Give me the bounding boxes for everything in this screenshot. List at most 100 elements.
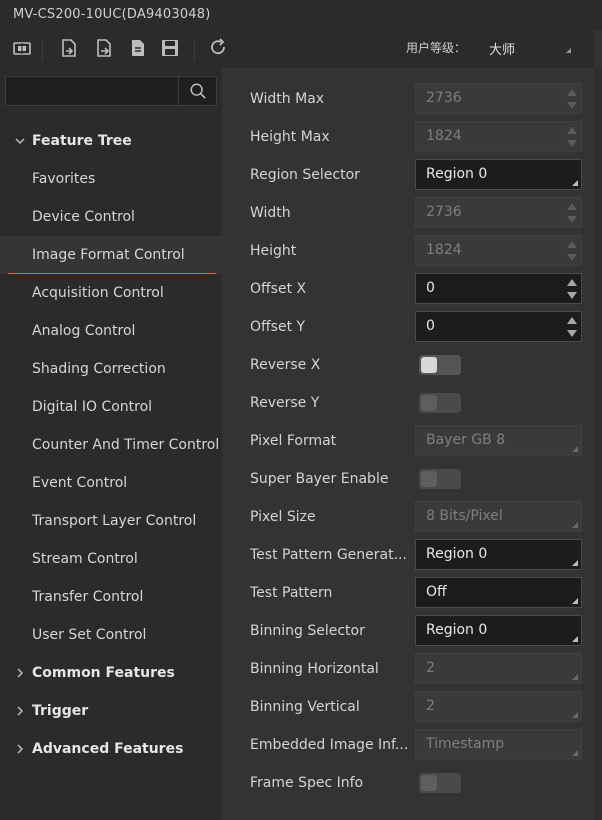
tree-item[interactable]: Counter And Timer Control [0, 426, 222, 464]
tree-item-label: Feature Tree [32, 133, 132, 149]
field-value: 1824 [426, 242, 462, 258]
save-icon[interactable] [158, 36, 182, 60]
tree-item[interactable]: Image Format Control [0, 236, 222, 274]
field-value: Timestamp [426, 736, 505, 752]
tree-item[interactable]: Stream Control [0, 540, 222, 578]
spin-arrows-icon[interactable] [566, 314, 578, 340]
property-row: Reverse Y [222, 384, 594, 422]
spin-arrows-icon [566, 238, 578, 264]
tree-item[interactable]: Analog Control [0, 312, 222, 350]
arrow-up-icon[interactable] [567, 279, 577, 286]
toggle-switch[interactable] [419, 355, 461, 375]
tree-item[interactable]: Acquisition Control [0, 274, 222, 312]
tree-group[interactable]: Feature Tree [0, 122, 222, 160]
dropdown-arrow-icon [572, 446, 578, 452]
property-name: Frame Spec Info [250, 775, 364, 791]
field-value: Region 0 [426, 622, 488, 638]
arrow-up-icon[interactable] [567, 317, 577, 324]
field-value: Region 0 [426, 166, 488, 182]
feature-tree: Feature Tree Favorites Device Control Image… [0, 122, 222, 768]
number-spinbox[interactable]: 0 [415, 273, 582, 304]
property-row: Offset X 0 [222, 270, 594, 308]
import-icon[interactable] [57, 36, 81, 60]
tree-item-label: Analog Control [32, 323, 136, 339]
toolbar: 用户等级： 大师 [0, 30, 602, 68]
property-name: Width Max [250, 91, 325, 107]
dropdown-arrow-icon [572, 598, 578, 604]
property-row: Reverse X [222, 346, 594, 384]
arrow-down-icon[interactable] [567, 330, 577, 337]
dropdown-select[interactable]: Region 0 [415, 615, 582, 646]
arrow-down-icon [567, 254, 577, 261]
dropdown-arrow-icon [572, 750, 578, 756]
field-value: Bayer GB 8 [426, 432, 506, 448]
tree-item-label: Advanced Features [32, 741, 184, 757]
tree-item[interactable]: Digital IO Control [0, 388, 222, 426]
chevron-right-icon[interactable] [14, 654, 26, 692]
tree-group[interactable]: Common Features [0, 654, 222, 692]
tree-item-label: Transport Layer Control [32, 513, 197, 529]
dropdown-arrow-icon[interactable] [566, 48, 571, 53]
scrollbar-track[interactable] [594, 68, 602, 820]
field-value: 2736 [426, 90, 462, 106]
chevron-right-icon[interactable] [14, 730, 26, 768]
spin-arrows-icon [566, 124, 578, 150]
export-icon[interactable] [92, 36, 116, 60]
tree-group[interactable]: Advanced Features [0, 730, 222, 768]
chip-icon[interactable] [10, 36, 34, 60]
tree-item[interactable]: Device Control [0, 198, 222, 236]
dropdown-select: Timestamp [415, 729, 582, 760]
tree-item[interactable]: Transfer Control [0, 578, 222, 616]
tree-item[interactable]: Event Control [0, 464, 222, 502]
property-name: Test Pattern Generat... [250, 547, 407, 563]
dropdown-arrow-icon [572, 674, 578, 680]
tree-item-label: Trigger [32, 703, 89, 719]
dropdown-select: 8 Bits/Pixel [415, 501, 582, 532]
property-row: Region Selector Region 0 [222, 156, 594, 194]
spin-arrows-icon [566, 200, 578, 226]
refresh-icon[interactable] [207, 36, 231, 60]
property-name: Reverse Y [250, 395, 320, 411]
dropdown-select[interactable]: Region 0 [415, 159, 582, 190]
tree-item-label: Transfer Control [32, 589, 144, 605]
dropdown-select[interactable]: Off [415, 577, 582, 608]
arrow-up-icon [567, 241, 577, 248]
property-row: Binning Horizontal 2 [222, 650, 594, 688]
field-value: 0 [426, 280, 435, 296]
dropdown-arrow-icon [572, 560, 578, 566]
tree-item[interactable]: Shading Correction [0, 350, 222, 388]
arrow-down-icon [567, 140, 577, 147]
dropdown-select[interactable]: Region 0 [415, 539, 582, 570]
property-row: Test Pattern Off [222, 574, 594, 612]
feature-tree-sidebar: Feature Tree Favorites Device Control Image… [0, 68, 222, 820]
title-bar: MV-CS200-10UC(DA9403048) [0, 0, 602, 30]
toggle-knob [421, 395, 437, 411]
document-icon[interactable] [126, 36, 150, 60]
toggle-switch [419, 393, 461, 413]
property-row: Binning Vertical 2 [222, 688, 594, 726]
tree-item[interactable]: Transport Layer Control [0, 502, 222, 540]
user-level-select[interactable]: 大师 [489, 39, 515, 58]
chevron-right-icon[interactable] [14, 692, 26, 730]
spin-arrows-icon[interactable] [566, 276, 578, 302]
field-value: 1824 [426, 128, 462, 144]
number-spinbox: 2736 [415, 83, 582, 114]
property-row: Height 1824 [222, 232, 594, 270]
property-row: Binning Selector Region 0 [222, 612, 594, 650]
search-box[interactable] [5, 76, 217, 106]
property-row: Width 2736 [222, 194, 594, 232]
number-spinbox: 2736 [415, 197, 582, 228]
search-icon [190, 83, 206, 99]
search-button[interactable] [178, 77, 216, 105]
scrollbar-track [594, 30, 602, 68]
tree-item[interactable]: User Set Control [0, 616, 222, 654]
tree-group[interactable]: Trigger [0, 692, 222, 730]
arrow-down-icon[interactable] [567, 292, 577, 299]
property-name: Binning Vertical [250, 699, 360, 715]
tree-item[interactable]: Favorites [0, 160, 222, 198]
chevron-down-icon[interactable] [14, 122, 26, 160]
arrow-down-icon [567, 102, 577, 109]
toolbar-separator [42, 38, 43, 60]
number-spinbox[interactable]: 0 [415, 311, 582, 342]
number-spinbox: 1824 [415, 235, 582, 266]
